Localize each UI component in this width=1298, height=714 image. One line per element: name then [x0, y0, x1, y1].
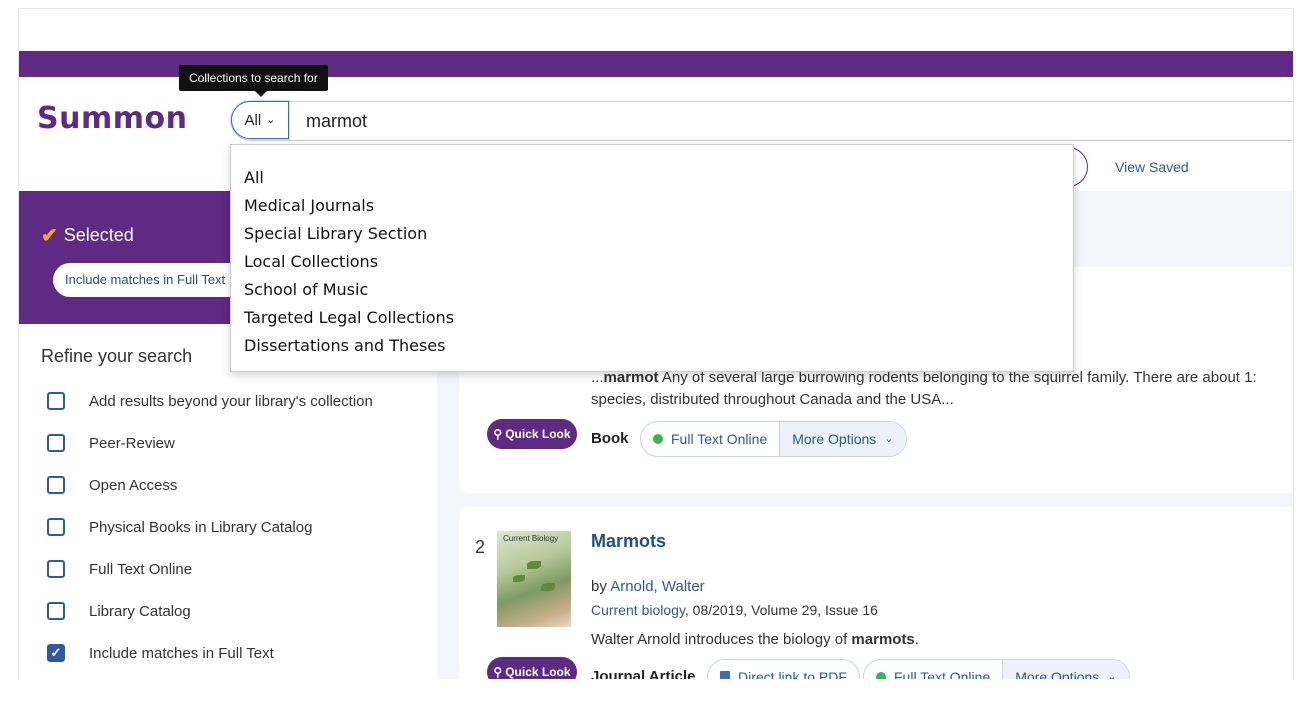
magnifier-icon: ⚲ — [493, 665, 503, 679]
refine-heading: Refine your search — [41, 346, 193, 366]
scope-option-local-collections[interactable]: Local Collections — [244, 252, 378, 271]
checkmark-icon: ✔ — [41, 225, 58, 247]
cover-thumbnail[interactable]: Current Biology — [497, 531, 571, 627]
checkbox[interactable] — [47, 518, 65, 536]
checkbox[interactable] — [47, 392, 65, 410]
checkbox[interactable] — [47, 434, 65, 452]
content-type: Journal Article — [591, 668, 696, 679]
result-author: by Arnold, Walter — [591, 578, 705, 595]
leaf-shape — [527, 561, 541, 569]
full-text-online-link[interactable]: Full Text Online — [641, 422, 779, 456]
result-rank: 2 — [475, 537, 486, 557]
chevron-down-icon: ⌄ — [266, 113, 276, 126]
scope-option-special-library[interactable]: Special Library Section — [244, 224, 427, 243]
checkbox[interactable] — [47, 560, 65, 578]
result-card — [459, 507, 1293, 679]
facet-label: Full Text Online — [89, 560, 193, 578]
author-link[interactable]: Arnold, Walter — [610, 578, 704, 595]
search-bar: All ⌄ marmot — [231, 101, 1293, 141]
scope-value: All — [244, 111, 262, 129]
checkbox[interactable] — [47, 602, 65, 620]
facet-label: Peer-Review — [89, 434, 175, 452]
result-description: Walter Arnold introduces the biology of … — [591, 631, 919, 648]
scope-option-legal-collections[interactable]: Targeted Legal Collections — [244, 308, 454, 327]
facet-include-full-text[interactable]: ✓ Include matches in Full Text — [47, 644, 274, 662]
chevron-down-icon: ⌄ — [884, 432, 894, 445]
available-dot-icon — [653, 434, 663, 444]
scope-option-school-of-music[interactable]: School of Music — [244, 280, 368, 299]
thumbnail-title: Current Biology — [503, 534, 559, 543]
quick-look-button[interactable]: ⚲ Quick Look — [487, 657, 577, 679]
facet-open-access[interactable]: Open Access — [47, 476, 177, 494]
more-options-button[interactable]: More Options ⌄ — [1002, 660, 1129, 679]
more-options-button[interactable]: More Options ⌄ — [779, 422, 906, 456]
magnifier-icon: ⚲ — [493, 427, 503, 441]
facet-physical-books[interactable]: Physical Books in Library Catalog — [47, 518, 312, 536]
facet-peer-review[interactable]: Peer-Review — [47, 434, 175, 452]
direct-pdf-link[interactable]: Direct link to PDF — [708, 660, 859, 679]
checkbox[interactable] — [47, 476, 65, 494]
full-text-online-link[interactable]: Full Text Online — [864, 660, 1002, 679]
scope-option-dissertations[interactable]: Dissertations and Theses — [244, 336, 445, 355]
leaf-shape — [513, 575, 525, 582]
scope-option-medical-journals[interactable]: Medical Journals — [244, 196, 374, 215]
pdf-icon — [720, 670, 730, 679]
view-saved-link[interactable]: View Saved — [1115, 159, 1189, 175]
facet-label: Open Access — [89, 476, 178, 494]
access-options: Full Text Online More Options ⌄ — [640, 421, 907, 457]
facet-label: Library Catalog — [89, 602, 191, 620]
facet-label: Physical Books in Library Catalog — [89, 518, 313, 536]
chevron-down-icon: ⌄ — [1107, 670, 1117, 679]
summon-logo[interactable]: Summon — [37, 101, 187, 136]
result-title[interactable]: Marmots — [591, 531, 666, 552]
checkbox-checked[interactable]: ✓ — [47, 644, 65, 662]
search-input[interactable]: marmot — [306, 102, 367, 140]
result-source: Current biology, 08/2019, Volume 29, Iss… — [591, 602, 878, 618]
facet-beyond-collection[interactable]: Add results beyond your library's collec… — [47, 392, 373, 410]
facet-label: Add results beyond your library's collec… — [89, 392, 373, 410]
selected-heading: ✔ Selected — [41, 223, 134, 248]
journal-link[interactable]: Current biology — [591, 602, 685, 618]
scope-dropdown-button[interactable]: All ⌄ — [231, 101, 289, 139]
scope-option-all[interactable]: All — [244, 168, 264, 187]
scope-tooltip: Collections to search for — [179, 65, 328, 97]
facet-full-text-online[interactable]: Full Text Online — [47, 560, 192, 578]
app-frame: Summon All ⌄ marmot View Saved ✔ Selecte… — [18, 8, 1294, 679]
access-options: Full Text Online More Options ⌄ — [863, 659, 1130, 679]
result-snippet: ...marmot Any of several large burrowing… — [591, 369, 1257, 408]
available-dot-icon — [876, 672, 886, 679]
content-type: Book — [591, 430, 629, 447]
pdf-option: Direct link to PDF — [707, 659, 860, 679]
facet-library-catalog[interactable]: Library Catalog — [47, 602, 191, 620]
selected-title: Selected — [63, 225, 134, 245]
leaf-shape — [541, 583, 555, 591]
scope-dropdown-menu: All Medical Journals Special Library Sec… — [230, 144, 1074, 372]
facet-label: Include matches in Full Text — [89, 644, 274, 662]
quick-look-button[interactable]: ⚲ Quick Look — [487, 419, 577, 449]
